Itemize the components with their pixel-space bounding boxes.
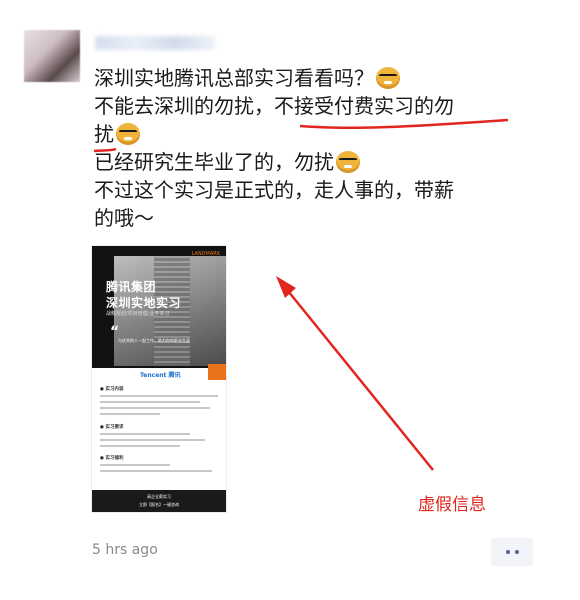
poster-quote-text: 与优秀的人一起工作，助力你的职业生涯 xyxy=(118,338,190,343)
poster-logo: LANDMARK xyxy=(191,251,220,257)
poster-text-line xyxy=(100,407,210,409)
more-options-button[interactable] xyxy=(491,538,533,566)
annotation-label: 虚假信息 xyxy=(418,495,486,515)
post-line-5: 不过这个实习是正式的，走人事的，带薪 xyxy=(94,178,454,202)
user-avatar[interactable] xyxy=(24,30,80,82)
red-arrow-line-icon xyxy=(283,285,434,471)
poster-text-line xyxy=(100,401,200,403)
poster-text-line xyxy=(100,470,212,472)
post-line-3: 扰 xyxy=(94,120,524,148)
poster-text-line xyxy=(100,464,170,466)
doge-emoji-icon xyxy=(376,67,400,89)
poster-text-line xyxy=(100,413,160,415)
poster-title-line2: 深圳实地实习 xyxy=(106,296,182,310)
poster-bottom-line2: 立即【报名】一键咨询 xyxy=(139,502,179,507)
post-line-2: 不能去深圳的勿扰，不接受付费实习的勿 xyxy=(94,94,454,118)
poster-section-1: ● 实习内容 xyxy=(100,387,124,392)
doge-emoji-icon xyxy=(336,151,360,173)
poster-title-line1: 腾讯集团 xyxy=(106,280,157,294)
post-image-poster[interactable]: LANDMARK 腾讯集团 深圳实地实习 战略规划/项目管理/业务实习 “ 与优… xyxy=(92,246,226,512)
post-line-1: 深圳实地腾讯总部实习看看吗？ xyxy=(94,64,524,92)
doge-emoji-icon xyxy=(116,123,140,145)
more-dots-icon xyxy=(514,550,519,554)
poster-subtitle: 战略规划/项目管理/业务实习 xyxy=(106,311,170,317)
user-name-blurred[interactable] xyxy=(95,36,215,50)
poster-bottom-bar: 高企全薪实习 立即【报名】一键咨询 xyxy=(92,490,226,512)
poster-section-3: ● 实习福利 xyxy=(100,456,124,461)
post-timestamp: 5 hrs ago xyxy=(92,542,158,558)
poster-text-line xyxy=(100,395,218,397)
post-line-4: 已经研究生毕业了的，勿扰 xyxy=(94,148,524,176)
more-dots-icon xyxy=(505,550,510,554)
red-arrowhead-icon xyxy=(276,276,296,298)
poster-section-2: ● 实习要求 xyxy=(100,425,124,430)
poster-text-line xyxy=(100,439,205,441)
poster-orange-block xyxy=(208,364,226,380)
poster-text-line xyxy=(100,433,190,435)
poster-text-line xyxy=(100,445,180,447)
post-text: 深圳实地腾讯总部实习看看吗？ 不能去深圳的勿扰，不接受付费实习的勿 扰 已经研究… xyxy=(94,64,524,232)
post-line-6: 的哦～ xyxy=(94,206,154,230)
poster-bottom-line1: 高企全薪实习 xyxy=(147,494,171,499)
poster-tencent-logo: Tencent 腾讯 xyxy=(140,372,181,379)
